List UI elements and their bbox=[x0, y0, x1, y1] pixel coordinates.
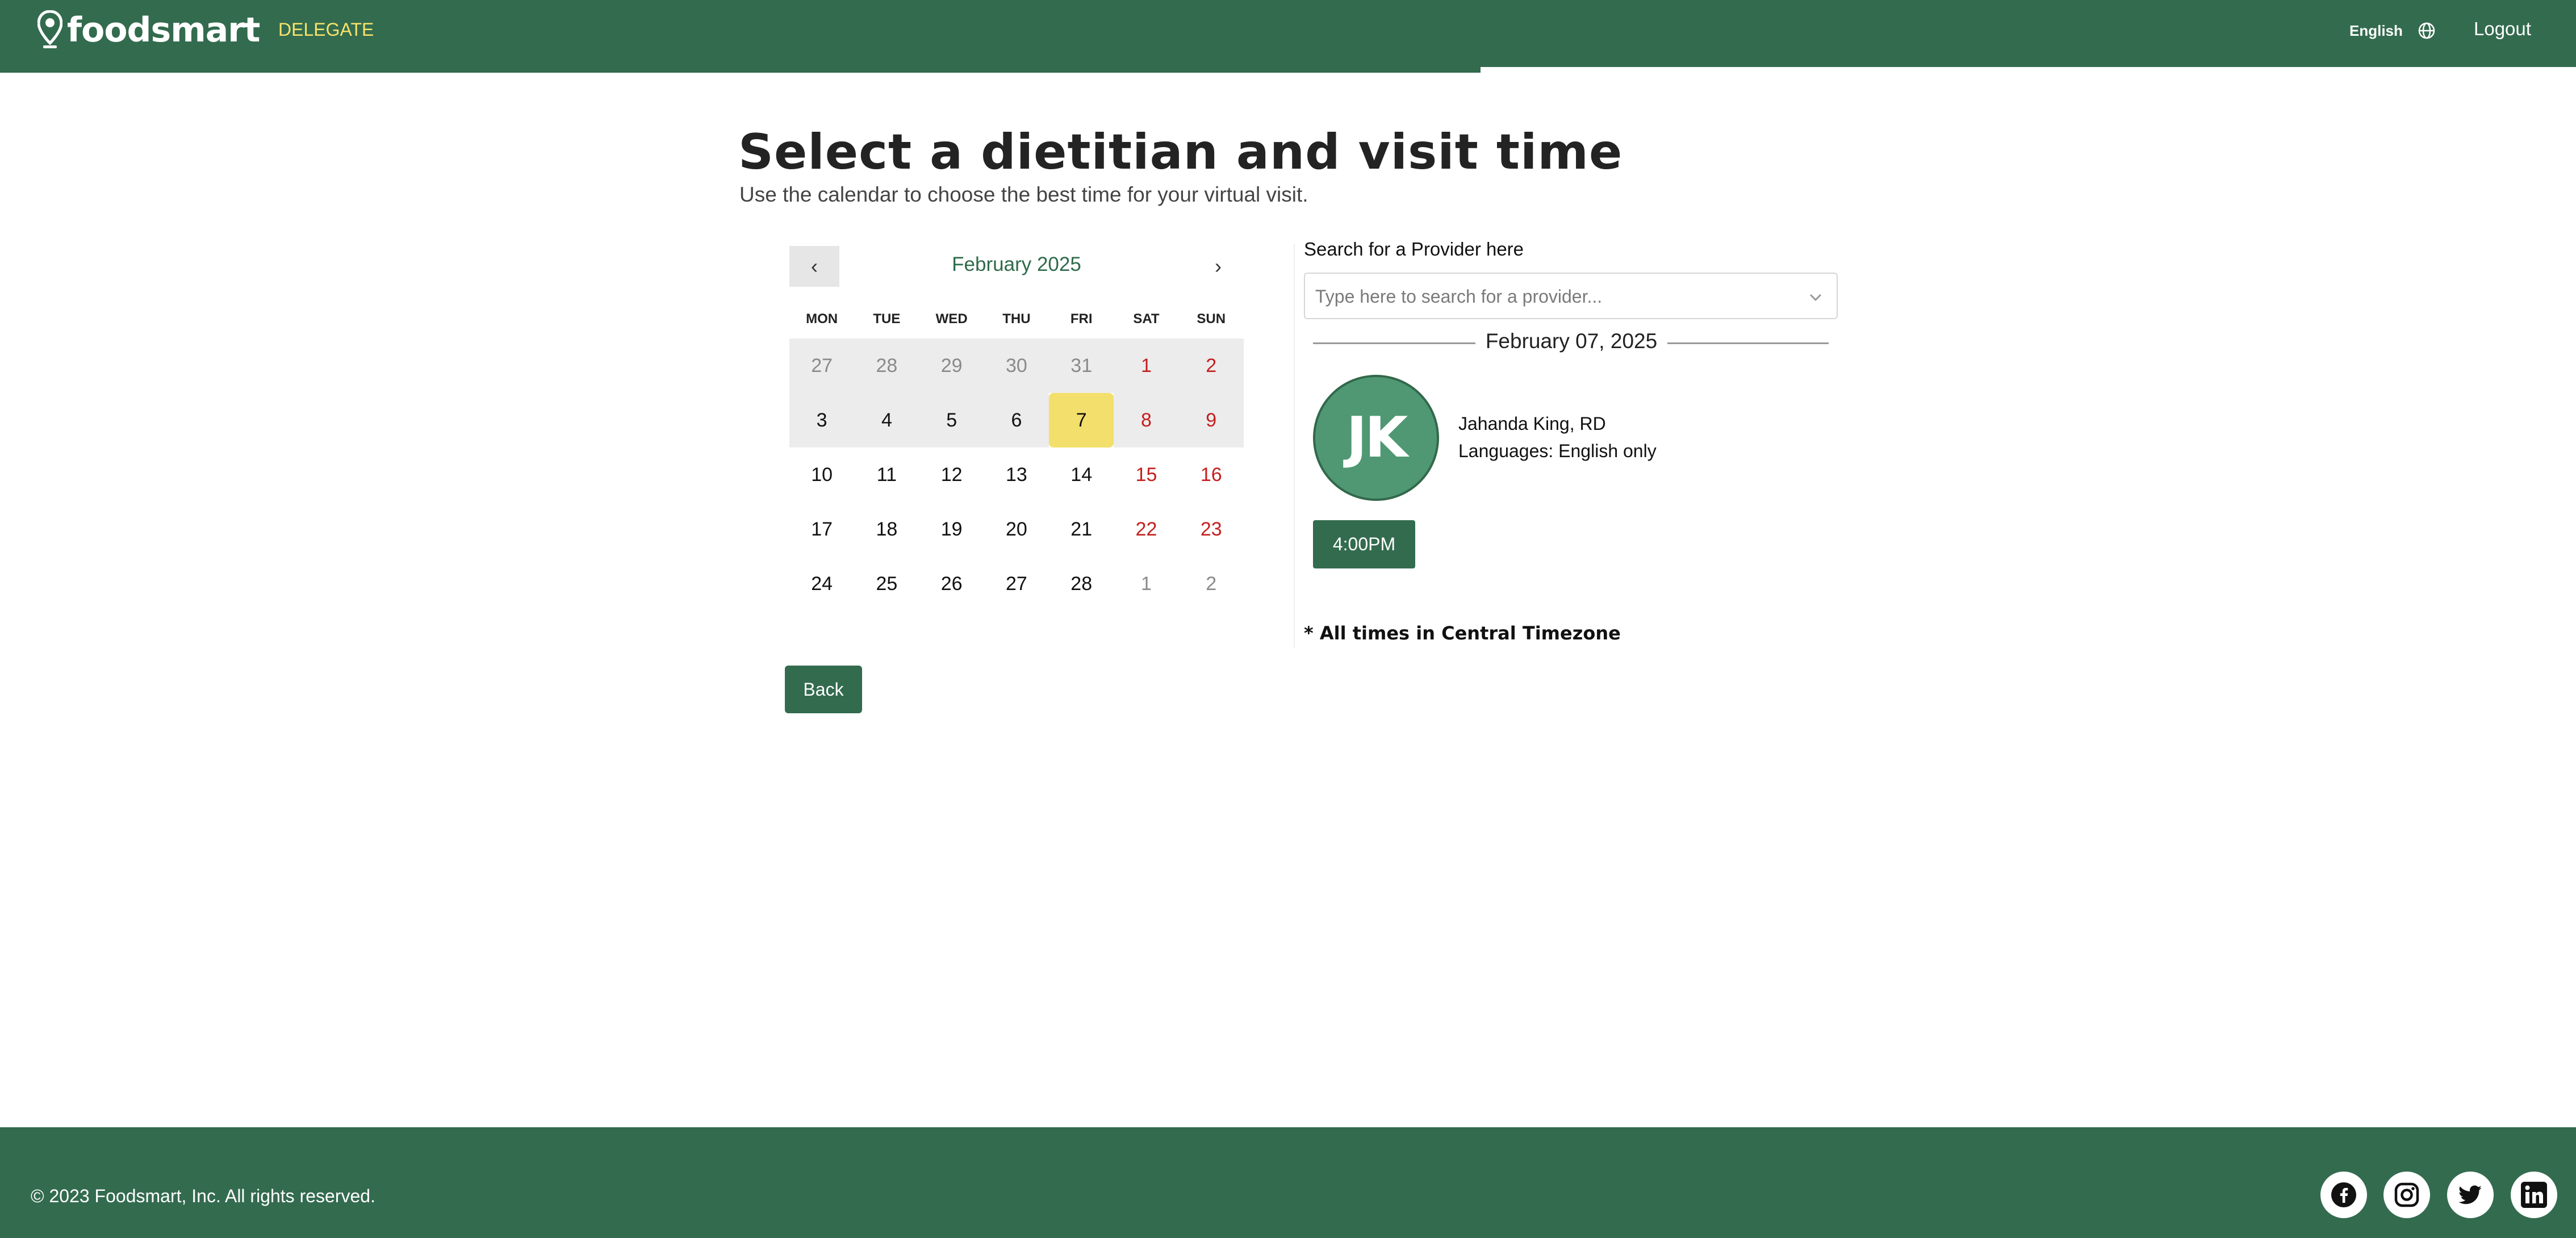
calendar-day[interactable]: 2 bbox=[1178, 338, 1244, 393]
provider-name: Jahanda King, RD bbox=[1458, 413, 1606, 434]
weekday-label: THU bbox=[1002, 311, 1031, 327]
time-slot-button[interactable]: 4:00PM bbox=[1313, 520, 1415, 568]
panel-divider bbox=[1294, 244, 1295, 647]
calendar-day[interactable]: 18 bbox=[854, 502, 919, 557]
calendar-month-label: February 2025 bbox=[952, 253, 1081, 275]
footer bbox=[0, 1127, 2576, 1238]
calendar-day[interactable]: 10 bbox=[789, 447, 854, 502]
provider-search-input[interactable] bbox=[1314, 282, 1782, 311]
logout-button[interactable]: Logout bbox=[2474, 18, 2531, 40]
provider-languages: Languages: English only bbox=[1458, 441, 1657, 461]
provider-initials: JK bbox=[1346, 405, 1408, 470]
calendar-day[interactable]: 2 bbox=[1179, 557, 1244, 611]
calendar-day[interactable]: 1 bbox=[1114, 557, 1178, 611]
calendar-day[interactable]: 27 bbox=[789, 338, 855, 393]
progress-bar bbox=[0, 67, 1481, 73]
selected-date-label: February 07, 2025 bbox=[1485, 329, 1658, 353]
weekday-label: TUE bbox=[873, 311, 901, 327]
calendar-day[interactable]: 25 bbox=[854, 557, 919, 611]
top-nav-bar: foodsmart DELEGATE English Logout bbox=[0, 0, 2576, 67]
calendar-day[interactable]: 22 bbox=[1114, 502, 1178, 557]
calendar-day[interactable]: 30 bbox=[984, 338, 1049, 393]
calendar-weekday-header: MON TUE WED THU FRI SAT SUN bbox=[789, 311, 1244, 327]
provider-search-dropdown[interactable] bbox=[1304, 273, 1838, 319]
date-divider-line bbox=[1667, 342, 1829, 344]
calendar-day[interactable]: 19 bbox=[919, 502, 984, 557]
calendar-day[interactable]: 31 bbox=[1049, 338, 1114, 393]
weekday-label: WED bbox=[935, 311, 968, 327]
calendar-day[interactable]: 26 bbox=[919, 557, 984, 611]
calendar-day[interactable]: 21 bbox=[1049, 502, 1114, 557]
linkedin-icon[interactable] bbox=[2511, 1172, 2557, 1218]
calendar-day[interactable]: 4 bbox=[854, 393, 919, 447]
weekday-label: SAT bbox=[1133, 311, 1160, 327]
footer-copyright: © 2023 Foodsmart, Inc. All rights reserv… bbox=[31, 1186, 375, 1206]
language-label: English bbox=[2349, 22, 2403, 39]
chevron-down-icon[interactable] bbox=[1807, 288, 1824, 306]
calendar-day[interactable]: 20 bbox=[984, 502, 1049, 557]
calendar-day[interactable]: 29 bbox=[919, 338, 984, 393]
calendar-day[interactable]: 9 bbox=[1178, 393, 1244, 447]
language-selector[interactable]: English bbox=[2349, 22, 2436, 40]
calendar-day[interactable]: 24 bbox=[789, 557, 854, 611]
calendar-day[interactable]: 5 bbox=[919, 393, 984, 447]
date-divider-line bbox=[1313, 342, 1475, 344]
brand-name: foodsmart bbox=[67, 10, 260, 50]
calendar-day[interactable]: 13 bbox=[984, 447, 1049, 502]
page-title: Select a dietitian and visit time bbox=[738, 124, 1623, 181]
facebook-icon[interactable] bbox=[2320, 1172, 2367, 1218]
calendar-grid: 27 28 29 30 31 1 2 3 4 5 6 7 8 9 10 11 1… bbox=[789, 338, 1244, 611]
calendar-day[interactable]: 17 bbox=[789, 502, 854, 557]
calendar-day[interactable]: 3 bbox=[789, 393, 855, 447]
calendar-day[interactable]: 14 bbox=[1049, 447, 1114, 502]
location-pin-icon bbox=[37, 10, 62, 48]
calendar-day[interactable]: 1 bbox=[1114, 338, 1179, 393]
twitter-icon[interactable] bbox=[2447, 1172, 2494, 1218]
provider-avatar: JK bbox=[1313, 375, 1439, 501]
calendar-day-selected[interactable]: 7 bbox=[1049, 393, 1114, 447]
calendar-day[interactable]: 6 bbox=[984, 393, 1049, 447]
calendar-day[interactable]: 28 bbox=[854, 338, 919, 393]
calendar-day[interactable]: 15 bbox=[1114, 447, 1178, 502]
globe-icon bbox=[2418, 22, 2435, 39]
calendar-day[interactable]: 12 bbox=[919, 447, 984, 502]
weekday-label: SUN bbox=[1197, 311, 1226, 327]
foodsmart-logo[interactable]: foodsmart bbox=[37, 9, 260, 51]
page-subtitle: Use the calendar to choose the best time… bbox=[739, 183, 1308, 206]
calendar-day[interactable]: 28 bbox=[1049, 557, 1114, 611]
weekday-label: MON bbox=[806, 311, 838, 327]
weekday-label: FRI bbox=[1070, 311, 1093, 327]
calendar-day[interactable]: 23 bbox=[1179, 502, 1244, 557]
calendar-day[interactable]: 27 bbox=[984, 557, 1049, 611]
calendar-day[interactable]: 16 bbox=[1179, 447, 1244, 502]
next-month-button[interactable]: › bbox=[1193, 246, 1244, 287]
delegate-link[interactable]: DELEGATE bbox=[278, 19, 374, 40]
instagram-icon[interactable] bbox=[2383, 1172, 2430, 1218]
calendar-day[interactable]: 11 bbox=[854, 447, 919, 502]
timezone-note: * All times in Central Timezone bbox=[1304, 622, 1621, 644]
provider-search-label: Search for a Provider here bbox=[1304, 239, 1524, 260]
back-button[interactable]: Back bbox=[785, 666, 862, 713]
calendar-day[interactable]: 8 bbox=[1114, 393, 1179, 447]
